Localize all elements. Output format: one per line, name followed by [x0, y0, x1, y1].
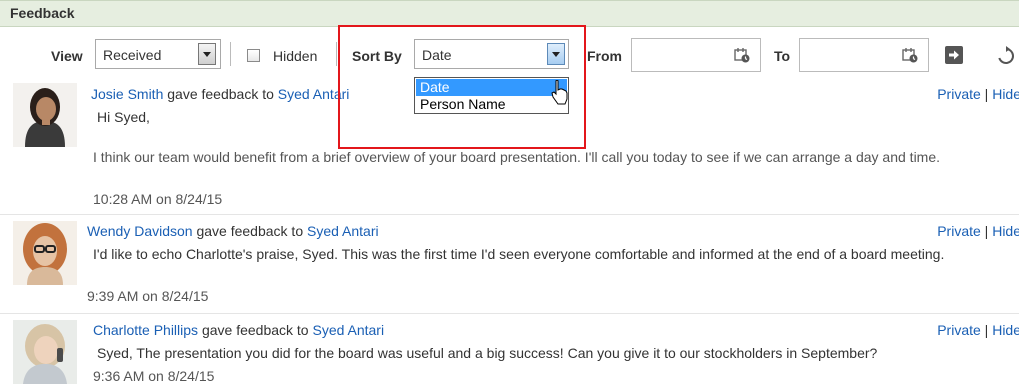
chevron-down-icon[interactable]	[198, 43, 216, 65]
sort-options-list[interactable]: Date Person Name	[414, 77, 569, 114]
panel-header: Feedback	[0, 0, 1019, 27]
toolbar: View Received Hidden Sort By Date From T…	[0, 36, 1019, 76]
feedback-header: Josie Smith gave feedback to Syed Antari	[91, 86, 349, 102]
recipient-link[interactable]: Syed Antari	[307, 223, 379, 239]
feedback-verb: gave feedback to	[196, 223, 304, 239]
hide-link[interactable]: Hide	[992, 86, 1019, 102]
feedback-actions: Private | Hide	[937, 322, 1019, 338]
feedback-verb: gave feedback to	[167, 86, 274, 102]
feedback-timestamp: 9:39 AM on 8/24/15	[87, 288, 209, 304]
sort-option-person-name[interactable]: Person Name	[416, 96, 567, 113]
refresh-icon[interactable]	[996, 46, 1016, 66]
toolbar-divider	[336, 42, 337, 66]
hidden-checkbox[interactable]	[247, 49, 260, 62]
feedback-timestamp: 10:28 AM on 8/24/15	[93, 191, 223, 207]
hide-link[interactable]: Hide	[992, 223, 1019, 239]
feedback-timestamp: 9:36 AM on 8/24/15	[93, 368, 215, 384]
recipient-link[interactable]: Syed Antari	[278, 86, 350, 102]
feedback-message: Syed, The presentation you did for the b…	[97, 345, 878, 361]
from-date-input[interactable]	[631, 38, 761, 72]
to-date-input[interactable]	[799, 38, 929, 72]
from-label: From	[587, 48, 622, 64]
author-link[interactable]: Josie Smith	[91, 86, 163, 102]
mouse-pointer-icon	[551, 80, 568, 105]
chevron-down-icon[interactable]	[547, 43, 565, 65]
feedback-message: I'd like to echo Charlotte's praise, Sye…	[93, 246, 945, 262]
sort-option-date[interactable]: Date	[416, 79, 567, 96]
calendar-icon[interactable]	[734, 47, 750, 63]
view-select[interactable]: Received	[95, 39, 221, 69]
recipient-link[interactable]: Syed Antari	[312, 322, 384, 338]
feedback-item: Charlotte Phillips gave feedback to Syed…	[0, 314, 1019, 384]
hidden-label: Hidden	[273, 48, 318, 64]
author-link[interactable]: Wendy Davidson	[87, 223, 193, 239]
avatar	[13, 221, 77, 285]
to-label: To	[774, 48, 791, 64]
sortby-select-value: Date	[422, 47, 452, 63]
view-label: View	[51, 48, 83, 64]
feedback-actions: Private | Hide	[937, 86, 1019, 102]
feedback-message: I think our team would benefit from a br…	[93, 149, 941, 165]
author-link[interactable]: Charlotte Phillips	[93, 322, 198, 338]
calendar-icon[interactable]	[902, 47, 918, 63]
feedback-greeting: Hi Syed,	[97, 109, 150, 125]
private-link[interactable]: Private	[937, 223, 981, 239]
hide-link[interactable]: Hide	[992, 322, 1019, 338]
private-link[interactable]: Private	[937, 86, 981, 102]
sortby-label: Sort By	[352, 48, 402, 64]
sortby-select[interactable]: Date	[414, 39, 569, 69]
toolbar-divider	[230, 42, 231, 66]
feedback-item: Wendy Davidson gave feedback to Syed Ant…	[0, 215, 1019, 313]
private-link[interactable]: Private	[937, 322, 981, 338]
arrow-right-icon[interactable]	[945, 46, 963, 64]
feedback-header: Charlotte Phillips gave feedback to Syed…	[93, 322, 384, 338]
panel-title: Feedback	[10, 5, 75, 21]
avatar	[13, 320, 77, 384]
avatar	[13, 83, 77, 147]
feedback-verb: gave feedback to	[201, 322, 309, 338]
feedback-actions: Private | Hide	[937, 223, 1019, 239]
feedback-header: Wendy Davidson gave feedback to Syed Ant…	[87, 223, 379, 239]
view-select-value: Received	[103, 47, 162, 63]
